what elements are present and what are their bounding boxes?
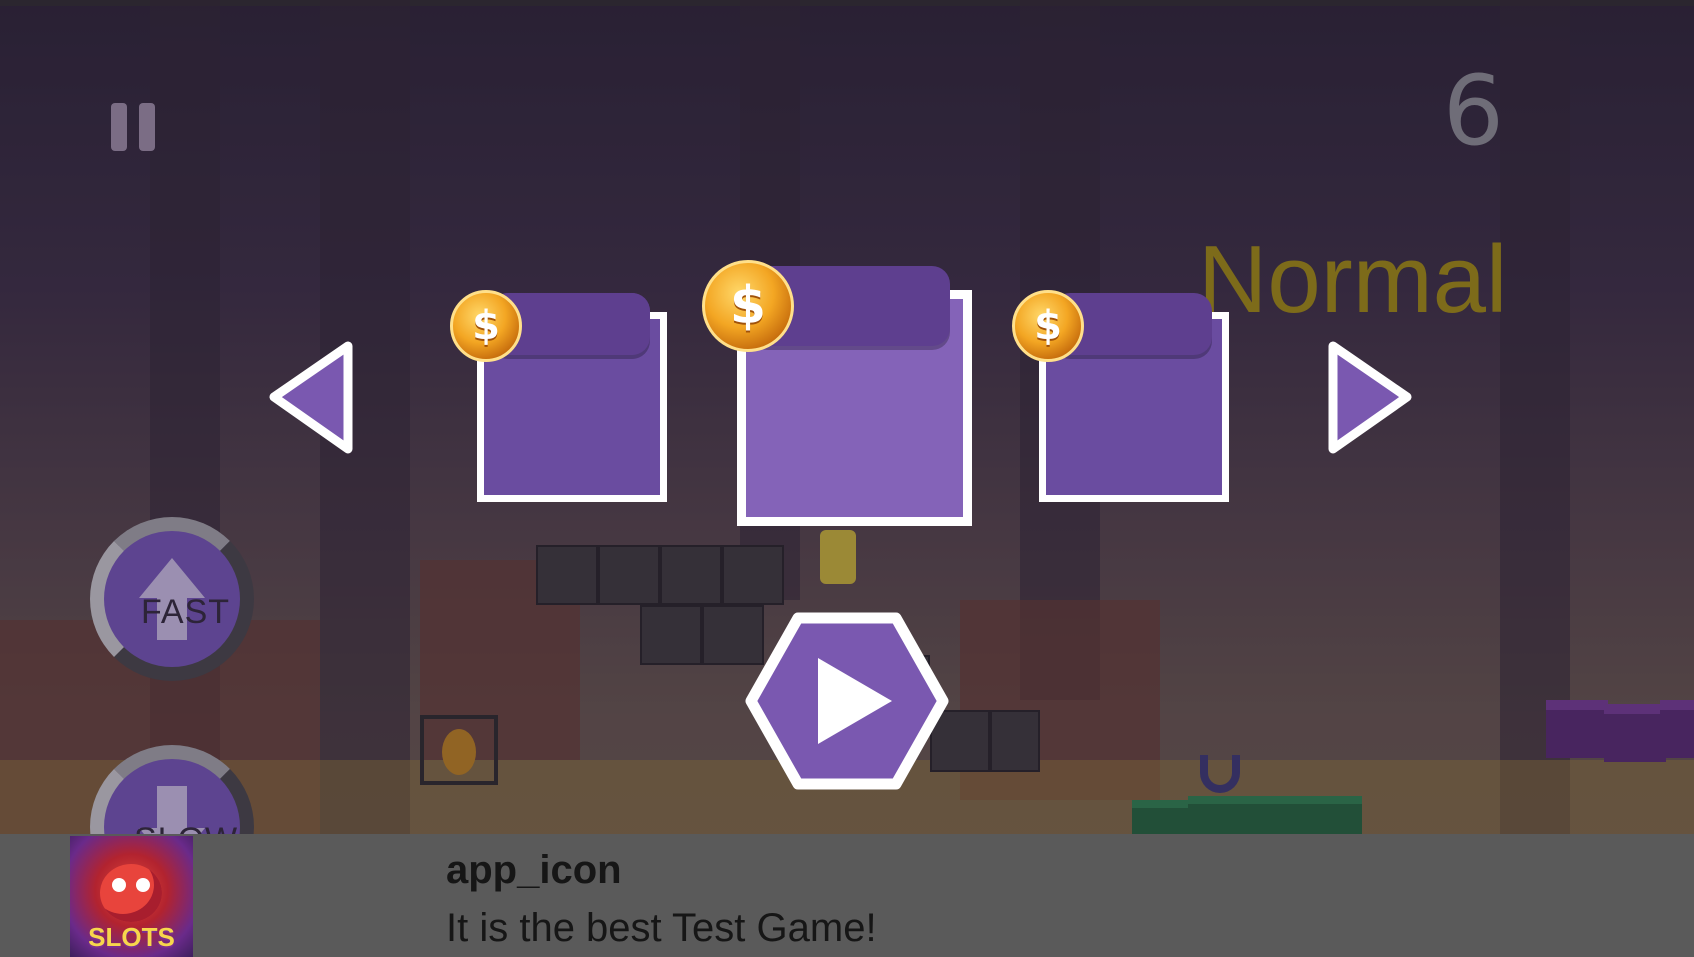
ad-icon-text: SLOTS [88,922,175,952]
fast-label: FAST [141,593,231,631]
character-card-left[interactable]: $ [450,290,670,502]
pause-icon [111,103,127,151]
next-character-button[interactable] [1325,340,1415,455]
ad-app-icon[interactable]: SLOTS [70,836,193,957]
coin-icon: $ [1012,290,1084,362]
character-card-right[interactable]: $ [1012,290,1232,502]
difficulty-label: Normal [1198,226,1508,333]
play-button[interactable] [744,610,950,792]
coin-icon: $ [702,260,794,352]
score-counter: 6 [1442,55,1504,167]
prev-character-button[interactable] [266,340,356,455]
pause-button[interactable] [109,103,157,155]
left-triangle-icon [269,341,353,454]
coin-icon: $ [450,290,522,362]
fast-button[interactable]: FAST [90,517,254,681]
game-screen: 6 Normal $ $ $ FAST SLOTS app_icon It is… [0,0,1694,957]
ad-title[interactable]: app_icon [446,848,622,893]
character-card-selected[interactable]: $ [700,260,975,526]
right-triangle-icon [1328,341,1412,454]
ad-subtitle: It is the best Test Game! [446,906,877,950]
pause-icon-bar [139,103,155,151]
